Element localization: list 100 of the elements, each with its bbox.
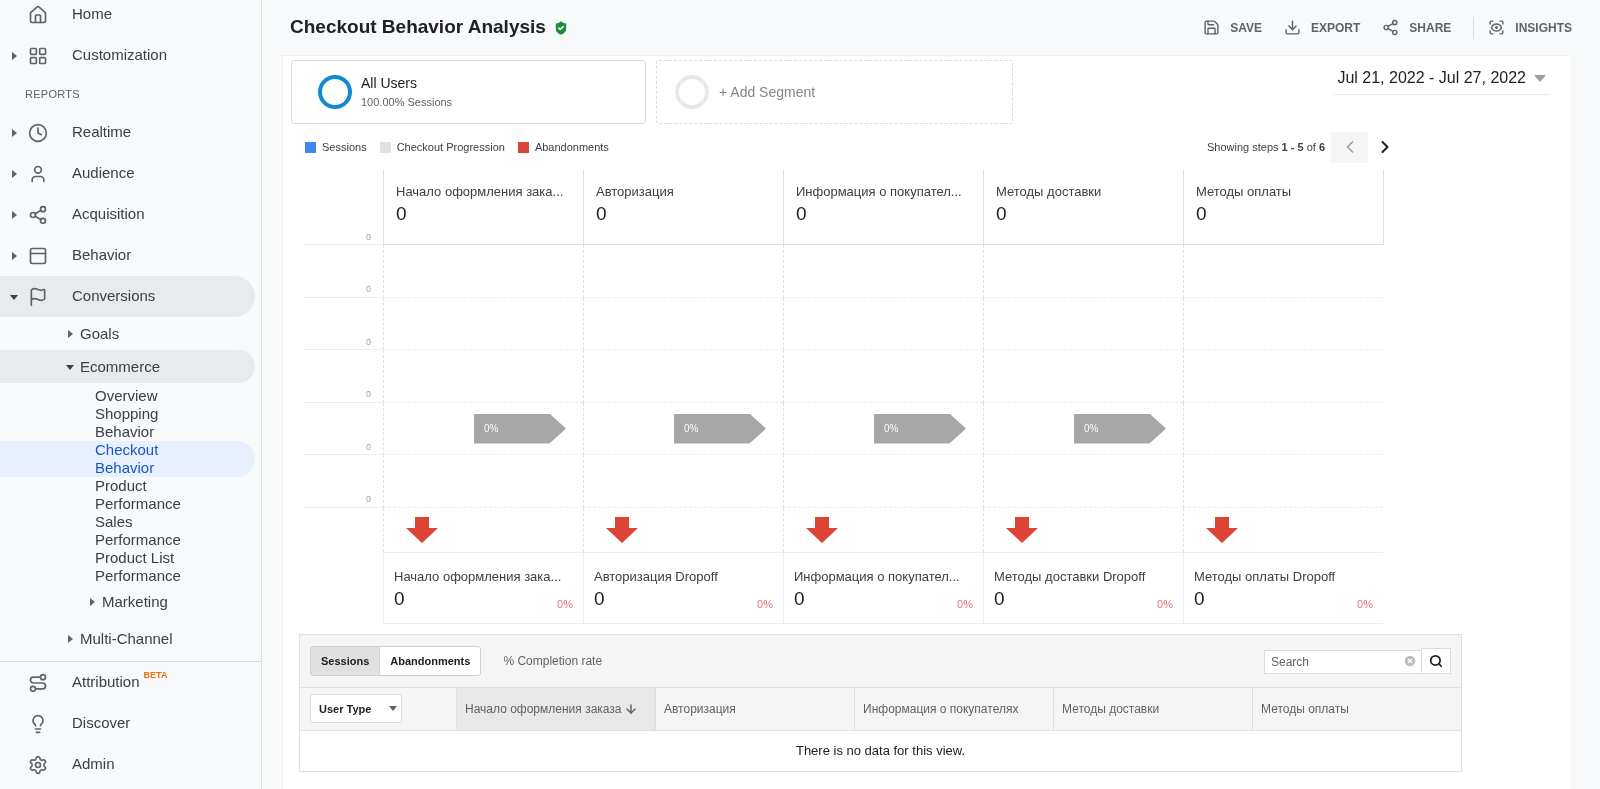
dropoff-arrow-icon [1206, 516, 1238, 543]
nav-item[interactable]: Overview [0, 387, 255, 405]
search-icon [1429, 653, 1443, 668]
caret-icon [1534, 74, 1546, 82]
axis-label: 0 [366, 335, 371, 349]
step-label: Методы оплаты [1196, 183, 1293, 201]
nav-icon [28, 45, 48, 66]
nav-item[interactable]: Ecommerce [0, 350, 255, 383]
nav-item[interactable]: Multi-Channel [0, 622, 255, 655]
nav-item[interactable]: Audience [0, 153, 255, 194]
step-value: 0 [596, 201, 608, 226]
dropoff-arrow-icon [1006, 516, 1038, 543]
nav-icon [28, 204, 48, 225]
date-range-picker[interactable]: Jul 21, 2022 - Jul 27, 2022 [1333, 66, 1550, 95]
dropoff-label: Методы оплаты Dropoff [1194, 567, 1337, 586]
nav-item[interactable]: Home [0, 0, 255, 35]
legend-label: Sessions [322, 139, 367, 155]
nav-item[interactable]: Sales Performance [0, 513, 255, 549]
nav-item[interactable]: Acquisition [0, 194, 255, 235]
nav-item[interactable]: Checkout Behavior [0, 441, 255, 477]
empty-message: There is no data for this view. [795, 742, 966, 761]
view-toggle[interactable]: Sessions [310, 645, 381, 676]
view-toggle[interactable]: Abandonments [379, 645, 482, 676]
axis-label: 0 [366, 440, 371, 454]
legend-label: Checkout Progression [396, 139, 505, 155]
axis-label: 0 [366, 230, 371, 244]
search-field[interactable]: Search [1264, 649, 1422, 674]
segment-detail: 100.00% Sessions [361, 95, 453, 111]
nav-icon [28, 754, 48, 775]
nav-item[interactable]: Shopping Behavior [0, 405, 255, 441]
legend-label: Abandonments [534, 139, 609, 155]
nav-icon [28, 245, 48, 266]
dropoff-value: 0 [794, 587, 805, 612]
step-value: 0 [1196, 201, 1208, 226]
step-label: Авторизация [596, 183, 675, 201]
axis-label: 0 [366, 493, 371, 507]
dropoff-value: 0 [1194, 587, 1205, 612]
dropoff-value: 0 [994, 587, 1005, 612]
axis-label: 0 [366, 283, 371, 297]
pagination-info: Showing steps 1 - 5 of 6 [1206, 139, 1325, 155]
dropoff-rate: 0% [1157, 596, 1173, 612]
nav-item[interactable]: Realtime [0, 112, 255, 153]
segment-name: All Users [361, 74, 418, 94]
nav-item[interactable]: Attribution BETA [0, 662, 261, 703]
step-value: 0 [996, 201, 1008, 226]
dropoff-value: 0 [394, 587, 405, 612]
action-icon [1382, 19, 1400, 36]
dropoff-label: Информация о покупател... [794, 567, 961, 586]
dropoff-rate: 0% [557, 596, 573, 612]
axis-label: 0 [366, 388, 371, 402]
toolbar-button[interactable]: INSIGHTS [1488, 18, 1572, 37]
nav-icon [28, 122, 48, 143]
dropoff-rate: 0% [757, 596, 773, 612]
step-label: Начало оформления зака... [396, 183, 565, 201]
dropoff-arrow-icon [806, 516, 838, 543]
step-label: Методы доставки [996, 183, 1103, 201]
dropoff-value: 0 [594, 587, 605, 612]
dropoff-arrow-icon [606, 516, 638, 543]
segment-card[interactable]: All Users 100.00% Sessions [291, 60, 646, 124]
nav-item[interactable]: Product Performance [0, 477, 255, 513]
nav-item[interactable]: Admin [0, 744, 261, 785]
column-header[interactable]: Методы оплаты [1252, 687, 1451, 730]
nav-item[interactable]: Discover [0, 703, 261, 744]
nav-icon [28, 4, 48, 25]
dropoff-rate: 0% [1357, 596, 1373, 612]
column-header[interactable]: Авторизация [655, 687, 854, 730]
toolbar-button[interactable]: EXPORT [1283, 18, 1361, 37]
caret-icon [389, 706, 398, 712]
dropoff-arrow-icon [406, 516, 438, 543]
add-segment-button[interactable]: + Add Segment [656, 60, 1013, 124]
nav-item[interactable]: Behavior [0, 235, 255, 276]
dimension-dropdown[interactable]: User Type [310, 694, 402, 724]
toolbar-button[interactable]: SAVE [1203, 18, 1262, 37]
nav-icon [28, 163, 48, 184]
step-label: Информация о покупател... [796, 183, 963, 201]
step-value: 0 [396, 201, 408, 226]
dropoff-label: Начало оформления зака... [394, 567, 563, 586]
column-header[interactable]: Начало оформления заказа [456, 687, 655, 730]
nav-item[interactable]: Product List Performance [0, 549, 255, 585]
nav-item[interactable]: Customization [0, 35, 255, 76]
search-button[interactable] [1421, 647, 1451, 674]
action-icon [1283, 19, 1301, 36]
action-icon [1203, 19, 1221, 36]
action-icon [1488, 19, 1506, 36]
nav-item[interactable]: Conversions [0, 276, 255, 317]
segment-ring-icon [318, 75, 352, 109]
nav-item[interactable]: Goals [0, 317, 255, 350]
dropoff-rate: 0% [957, 596, 973, 612]
column-header[interactable]: Информация о покупателях [854, 687, 1053, 730]
dropoff-label: Авторизация Dropoff [594, 567, 719, 586]
nav-icon [28, 672, 48, 693]
nav-item[interactable]: Marketing [0, 585, 255, 618]
beta-label: BETA [143, 668, 168, 682]
metric-label: % Completion rate [503, 652, 603, 670]
page-title: Checkout Behavior Analysis [290, 15, 546, 40]
section-heading: REPORTS [24, 86, 81, 102]
column-header[interactable]: Методы доставки [1053, 687, 1252, 730]
step-value: 0 [796, 201, 808, 226]
dropoff-label: Методы доставки Dropoff [994, 567, 1147, 586]
toolbar-button[interactable]: SHARE [1382, 18, 1452, 37]
